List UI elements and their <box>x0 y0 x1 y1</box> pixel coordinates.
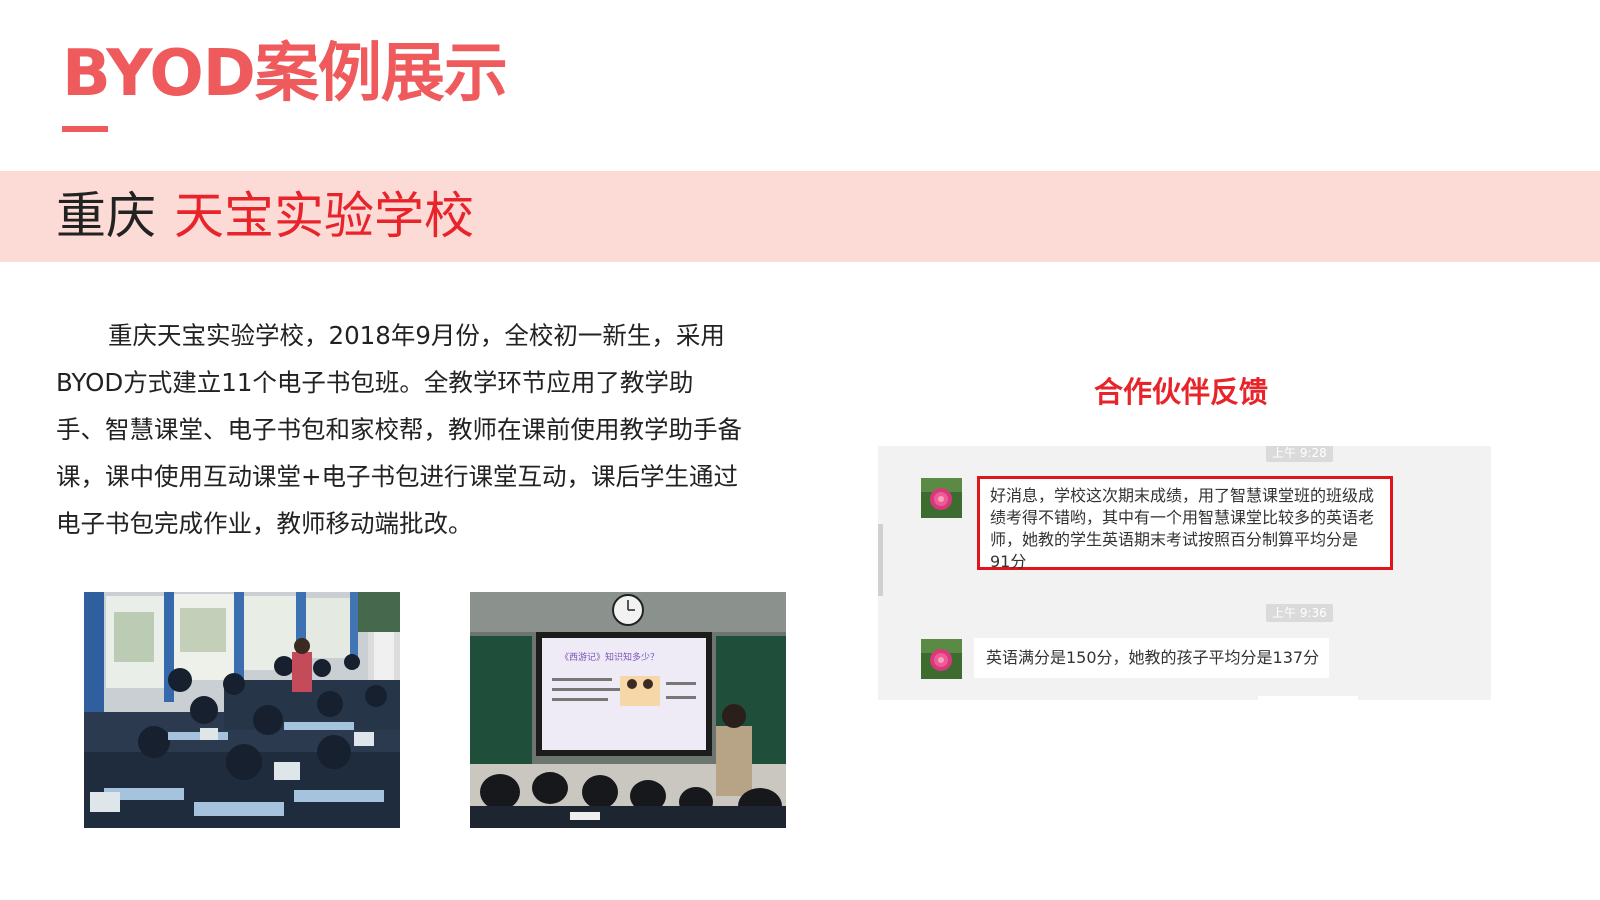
classroom-tablet-photo <box>84 592 400 828</box>
chat-message-highlighted: 好消息，学校这次期末成绩，用了智慧课堂班的班级成绩考得不错哟，其中有一个用智慧课… <box>977 476 1393 571</box>
projection-title: 《西游记》知识知多少？ <box>560 651 659 663</box>
chat-screenshot: 上午 9:28 好消息，学校这次期末成绩，用了智慧课堂班的班级成绩考得不错哟，其… <box>878 446 1491 700</box>
school-banner: 重庆 天宝实验学校 <box>0 171 1600 262</box>
sender-avatar <box>921 478 962 518</box>
chat-timestamp: 上午 9:28 <box>1266 446 1333 462</box>
slide-title: BYOD案例展示 <box>62 37 508 111</box>
chat-message: 英语满分是150分，她教的孩子平均分是137分 <box>974 638 1330 678</box>
classroom-lecture-photo: 《西游记》知识知多少？ <box>470 592 786 828</box>
chat-timestamp: 上午 9:36 <box>1266 604 1333 622</box>
sender-avatar <box>921 639 962 679</box>
chat-edge-fade <box>1258 696 1358 700</box>
case-description: 重庆天宝实验学校，2018年9月份，全校初一新生，采用BYOD方式建立11个电子… <box>56 321 742 538</box>
title-underline <box>62 126 108 132</box>
partner-feedback-title: 合作伙伴反馈 <box>1094 375 1269 409</box>
school-city: 重庆 <box>56 187 156 245</box>
chat-scrollbar <box>878 524 883 596</box>
school-name: 重庆 天宝实验学校 <box>56 184 474 248</box>
school-title: 天宝实验学校 <box>174 187 474 245</box>
